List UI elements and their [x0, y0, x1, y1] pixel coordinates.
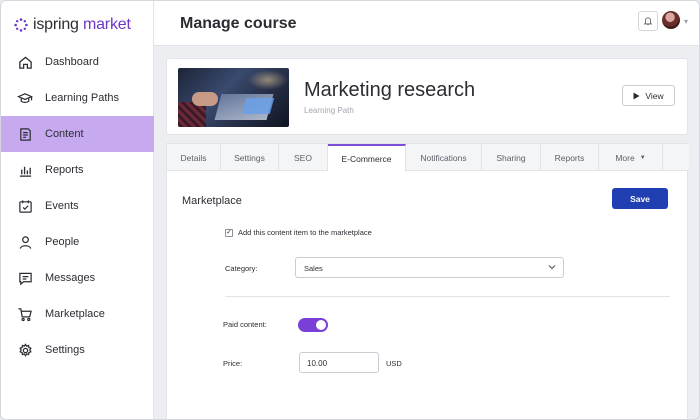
bell-icon — [643, 17, 653, 26]
sidebar: ispring market Dashboard Learning Paths … — [1, 1, 154, 419]
tab-sharing[interactable]: Sharing — [482, 144, 541, 171]
sidebar-item-learning-paths[interactable]: Learning Paths — [1, 80, 154, 116]
add-to-marketplace-row[interactable]: ✓ Add this content item to the marketpla… — [225, 228, 372, 237]
bar-chart-icon — [17, 162, 33, 178]
price-input[interactable]: 10.00 — [299, 352, 379, 373]
cart-icon — [17, 306, 33, 322]
logo[interactable]: ispring market — [14, 14, 131, 36]
section-title: Marketplace — [182, 195, 242, 207]
sidebar-item-label: Settings — [45, 344, 85, 356]
chevron-down-icon[interactable]: ▾ — [684, 17, 688, 26]
notifications-button[interactable] — [638, 11, 658, 31]
view-button-label: View — [645, 90, 664, 101]
view-button[interactable]: View — [622, 85, 675, 106]
tab-details[interactable]: Details — [167, 144, 221, 171]
logo-brand: ispring — [33, 16, 79, 33]
toggle-knob — [316, 320, 326, 330]
sidebar-item-people[interactable]: People — [1, 224, 154, 260]
tab-bar: Details Settings SEO E-Commerce Notifica… — [167, 144, 689, 172]
course-header-card: Marketing research Learning Path View — [166, 58, 688, 135]
paid-content-label: Paid content: — [223, 320, 267, 329]
category-select[interactable]: Sales — [295, 257, 564, 278]
sidebar-item-content[interactable]: Content — [1, 116, 154, 152]
tab-settings[interactable]: Settings — [221, 144, 279, 171]
topbar: Manage course ▾ — [154, 1, 699, 46]
tab-label: Sharing — [496, 152, 526, 163]
category-value: Sales — [304, 264, 323, 273]
tab-label: Reports — [554, 152, 585, 163]
tab-more[interactable]: More ▼ — [599, 144, 663, 171]
tab-label: Settings — [234, 152, 265, 163]
person-icon — [17, 234, 33, 250]
sidebar-item-reports[interactable]: Reports — [1, 152, 154, 188]
sidebar-item-label: Marketplace — [45, 308, 105, 320]
tab-seo[interactable]: SEO — [279, 144, 328, 171]
calendar-check-icon — [17, 198, 33, 214]
app-window: ispring market Dashboard Learning Paths … — [0, 0, 700, 420]
caret-down-icon: ▼ — [639, 154, 646, 161]
price-label: Price: — [223, 359, 243, 368]
document-icon — [17, 126, 33, 142]
page-title: Manage course — [180, 15, 297, 32]
currency-label: USD — [386, 359, 402, 368]
logo-text: ispring market — [33, 16, 131, 34]
avatar[interactable] — [662, 11, 680, 29]
logo-product: market — [82, 16, 131, 33]
tab-label: Details — [180, 152, 207, 163]
tab-e-commerce[interactable]: E-Commerce — [328, 144, 406, 172]
course-title: Marketing research — [304, 79, 476, 101]
sidebar-item-dashboard[interactable]: Dashboard — [1, 44, 154, 80]
home-icon — [17, 54, 33, 70]
logo-mark-icon — [14, 18, 28, 32]
course-settings-panel: Details Settings SEO E-Commerce Notifica… — [166, 143, 689, 419]
message-icon — [17, 270, 33, 286]
course-type: Learning Path — [304, 106, 354, 115]
chevron-down-icon — [548, 263, 556, 272]
tab-reports[interactable]: Reports — [541, 144, 599, 171]
category-label: Category: — [225, 264, 258, 273]
tab-label: More — [615, 152, 635, 163]
course-thumbnail — [178, 68, 289, 127]
save-button[interactable]: Save — [612, 188, 668, 209]
tab-label: E-Commerce — [341, 154, 392, 164]
sidebar-item-settings[interactable]: Settings — [1, 332, 154, 368]
sidebar-item-label: Learning Paths — [45, 92, 119, 104]
tab-label: SEO — [294, 152, 312, 163]
graduation-cap-icon — [17, 90, 33, 106]
sidebar-item-label: Dashboard — [45, 56, 99, 68]
sidebar-nav: Dashboard Learning Paths Content Reports — [1, 44, 154, 368]
tab-label: Notifications — [420, 152, 467, 163]
divider — [225, 296, 670, 297]
add-to-marketplace-label: Add this content item to the marketplace — [238, 228, 372, 237]
tab-notifications[interactable]: Notifications — [406, 144, 482, 171]
paid-content-toggle[interactable] — [298, 318, 328, 332]
sidebar-item-label: Events — [45, 200, 79, 212]
sidebar-item-label: Messages — [45, 272, 96, 284]
add-to-marketplace-checkbox[interactable]: ✓ — [225, 228, 233, 237]
sidebar-item-label: Content — [45, 128, 84, 140]
sidebar-item-label: Reports — [45, 164, 84, 176]
sidebar-item-marketplace[interactable]: Marketplace — [1, 296, 154, 332]
gear-icon — [17, 342, 33, 358]
sidebar-item-messages[interactable]: Messages — [1, 260, 154, 296]
sidebar-item-label: People — [45, 236, 80, 248]
sidebar-item-events[interactable]: Events — [1, 188, 154, 224]
play-icon — [633, 92, 640, 99]
